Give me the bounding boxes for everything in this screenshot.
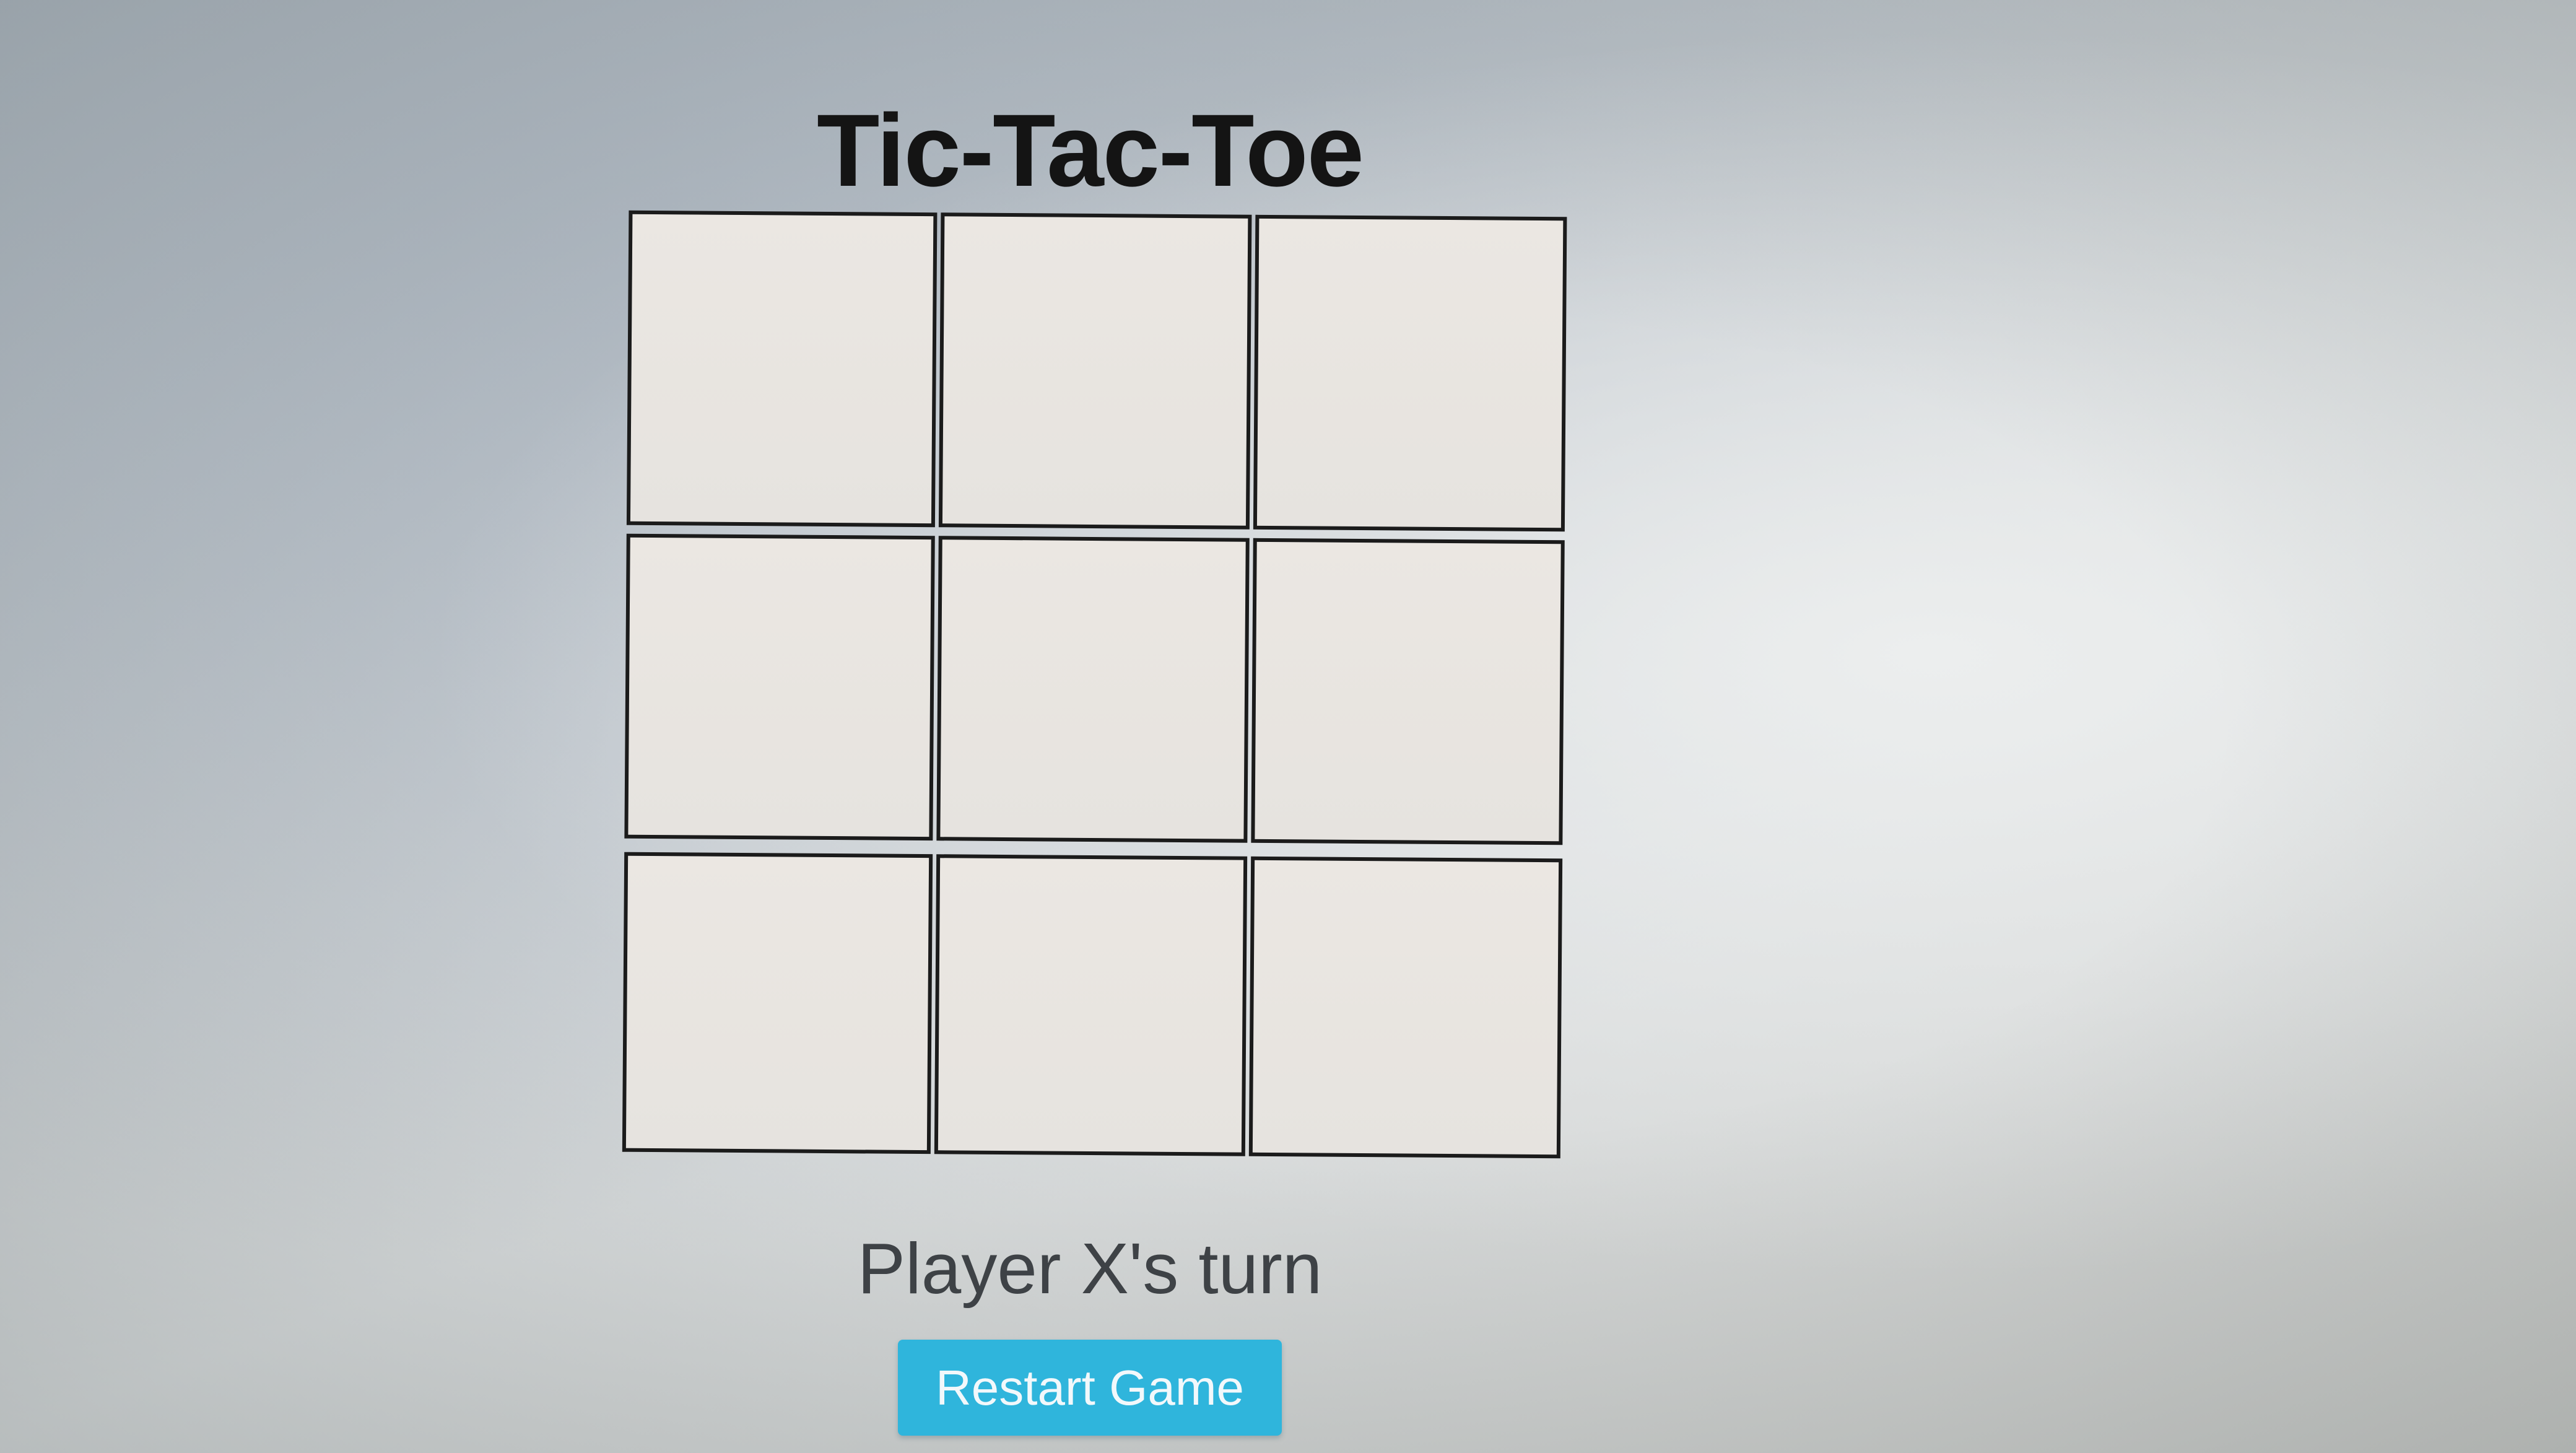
restart-game-button[interactable]: Restart Game (898, 1340, 1282, 1436)
board-cell-r3-c1[interactable] (622, 852, 933, 1154)
game-board (622, 210, 1567, 1180)
board-cell-r1-c3[interactable] (1253, 214, 1567, 532)
board-cell-r1-c2[interactable] (938, 212, 1252, 530)
board-cell-r1-c1[interactable] (626, 210, 938, 528)
board-cell-r2-c2[interactable] (936, 536, 1250, 843)
board-cell-r2-c3[interactable] (1251, 538, 1565, 845)
turn-status: Player X's turn (857, 1228, 1323, 1309)
page-title: Tic-Tac-Toe (817, 94, 1364, 209)
board-cell-r3-c2[interactable] (934, 854, 1248, 1156)
board-cell-r2-c1[interactable] (624, 533, 935, 841)
board-cell-r3-c3[interactable] (1248, 856, 1563, 1159)
